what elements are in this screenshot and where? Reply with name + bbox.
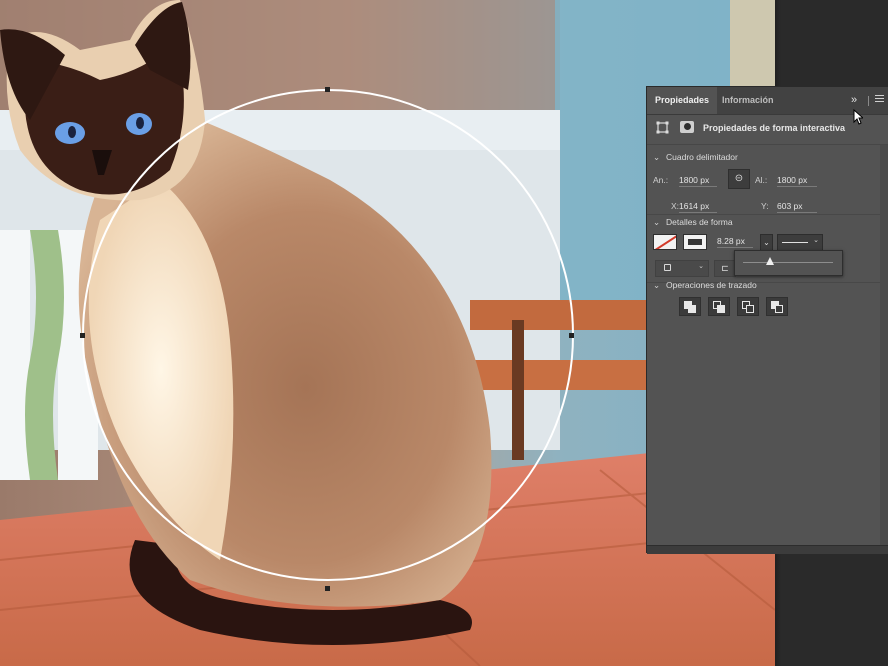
tab-separator bbox=[868, 96, 869, 106]
stroke-cap-dropdown[interactable]: ⊏ bbox=[714, 260, 736, 277]
exclude-overlap-button[interactable] bbox=[766, 297, 788, 316]
height-field[interactable]: 1800 px bbox=[777, 175, 817, 187]
collapse-panel-icon[interactable]: » bbox=[851, 94, 857, 106]
intersect-shapes-icon-part bbox=[746, 305, 754, 313]
stroke-align-dropdown[interactable]: ⌄ bbox=[655, 260, 709, 277]
stroke-style-dropdown[interactable]: ⌄ bbox=[777, 234, 823, 251]
slider-thumb[interactable] bbox=[766, 257, 774, 265]
section-bounding-box[interactable]: ⌄ Cuadro delimitador bbox=[653, 152, 738, 163]
tab-propiedades[interactable]: Propiedades bbox=[647, 87, 718, 114]
properties-panel: Propiedades Información » Propiedades de… bbox=[646, 86, 888, 554]
link-icon[interactable]: ⊝ bbox=[728, 169, 750, 189]
slider-track[interactable] bbox=[743, 262, 833, 263]
chevron-down-icon: ⌄ bbox=[653, 152, 661, 162]
header-divider bbox=[647, 144, 888, 145]
stroke-width-dropdown-icon[interactable]: ⌄ bbox=[760, 234, 773, 251]
panel-tab-bar: Propiedades Información » bbox=[647, 87, 888, 115]
height-label: Al.: bbox=[755, 175, 768, 185]
exclude-overlap-icon-part bbox=[775, 305, 783, 313]
section-shape-details-label: Detalles de forma bbox=[666, 217, 733, 227]
divider bbox=[647, 214, 881, 215]
chevron-down-icon: ⌄ bbox=[653, 217, 661, 227]
section-path-operations[interactable]: ⌄ Operaciones de trazado bbox=[653, 280, 757, 291]
tab-informacion[interactable]: Información bbox=[714, 87, 782, 114]
panel-bottom-bar bbox=[647, 545, 888, 554]
section-bounding-box-label: Cuadro delimitador bbox=[666, 152, 738, 162]
x-label: X: bbox=[671, 201, 680, 211]
intersect-shapes-button[interactable] bbox=[737, 297, 759, 316]
panel-scrollbar[interactable] bbox=[880, 145, 888, 551]
x-field[interactable]: 1614 px bbox=[679, 201, 717, 213]
stroke-width-slider-popup bbox=[734, 250, 843, 276]
y-field[interactable]: 603 px bbox=[777, 201, 817, 213]
stroke-align-icon bbox=[664, 264, 671, 271]
stroke-width-field[interactable]: 8.28 px bbox=[717, 236, 753, 248]
panel-menu-icon[interactable] bbox=[875, 95, 884, 104]
section-shape-details[interactable]: ⌄ Detalles de forma bbox=[653, 217, 733, 228]
width-label: An.: bbox=[653, 175, 669, 185]
stroke-color-swatch[interactable] bbox=[683, 234, 707, 250]
mask-icon[interactable] bbox=[680, 121, 694, 133]
panel-header: Propiedades de forma interactiva bbox=[647, 119, 888, 141]
chevron-down-icon: ⌄ bbox=[653, 280, 661, 290]
combine-shapes-icon-part bbox=[688, 305, 696, 313]
subtract-shape-button[interactable] bbox=[708, 297, 730, 316]
mouse-cursor-icon bbox=[853, 109, 863, 125]
transform-shape-icon[interactable] bbox=[656, 121, 669, 134]
width-field[interactable]: 1800 px bbox=[679, 175, 717, 187]
section-path-operations-label: Operaciones de trazado bbox=[666, 280, 757, 290]
subtract-shape-icon-part bbox=[717, 305, 725, 313]
y-label: Y: bbox=[761, 201, 769, 211]
panel-title: Propiedades de forma interactiva bbox=[703, 123, 846, 133]
combine-shapes-button[interactable] bbox=[679, 297, 701, 316]
fill-color-swatch[interactable] bbox=[653, 234, 677, 250]
